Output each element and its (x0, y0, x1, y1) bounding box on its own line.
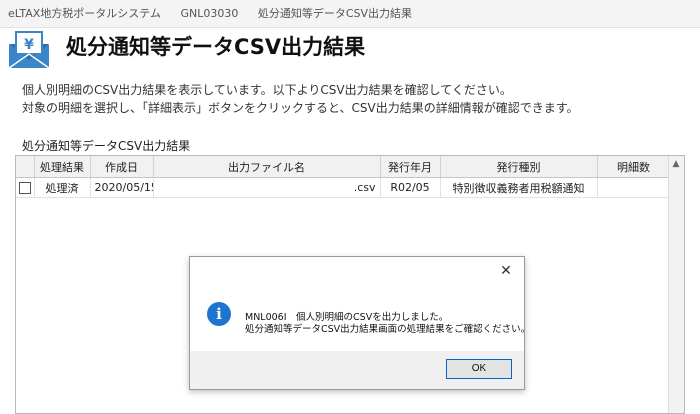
dialog-message-line-2: 処分通知等データCSV出力結果画面の処理結果をご確認ください。 (245, 324, 531, 335)
screen-id: GNL03030 (180, 7, 239, 20)
app-name: eLTAX地方税ポータルシステム (8, 7, 161, 20)
row-select-cell[interactable] (16, 177, 35, 198)
cell-issue-type: 特別徴収義務者用税額通知 (440, 177, 598, 198)
close-icon[interactable]: ✕ (498, 263, 514, 279)
cell-status: 処理済 (34, 177, 91, 198)
window-titlebar: eLTAX地方税ポータルシステム GNL03030 処分通知等データCSV出力結… (0, 0, 700, 28)
col-select (16, 156, 35, 178)
cell-detail-count (597, 177, 671, 198)
tax-mail-icon: ¥ (8, 31, 50, 69)
cell-issue-month: R02/05 (380, 177, 441, 198)
description-line-1: 個人別明細のCSV出力結果を表示しています。以下よりCSV出力結果を確認してくだ… (22, 83, 512, 97)
message-dialog: ✕ i MNL006I 個人別明細のCSVを出力しました。 処分通知等データCS… (189, 256, 530, 390)
vertical-scrollbar[interactable]: ▲ (668, 156, 684, 413)
row-checkbox[interactable] (19, 182, 31, 194)
ok-button[interactable]: OK (446, 359, 512, 379)
page-title: 処分通知等データCSV出力結果 (66, 35, 366, 59)
col-detail-count[interactable]: 明細数 (597, 156, 671, 178)
col-status[interactable]: 処理結果 (34, 156, 91, 178)
col-output-filename[interactable]: 出力ファイル名 (153, 156, 381, 178)
cell-created-date: 2020/05/15 (90, 177, 154, 198)
screen-name: 処分通知等データCSV出力結果 (257, 7, 413, 20)
col-issue-month[interactable]: 発行年月 (380, 156, 441, 178)
col-created-date[interactable]: 作成日 (90, 156, 154, 178)
section-label: 処分通知等データCSV出力結果 (22, 139, 191, 153)
cell-output-filename: .csv (153, 177, 381, 198)
info-icon: i (207, 302, 231, 326)
table-row[interactable]: 処理済 2020/05/15 .csv R02/05 特別徴収義務者用税額通知 (16, 177, 671, 198)
svg-text:¥: ¥ (24, 37, 34, 53)
dialog-footer: OK (190, 351, 524, 389)
col-issue-type[interactable]: 発行種別 (440, 156, 598, 178)
scroll-up-arrow-icon[interactable]: ▲ (668, 156, 684, 172)
table-header-row: 処理結果 作成日 出力ファイル名 発行年月 発行種別 明細数 (16, 156, 671, 178)
description-line-2: 対象の明細を選択し、「詳細表示」ボタンをクリックすると、CSV出力結果の詳細情報… (22, 101, 579, 115)
